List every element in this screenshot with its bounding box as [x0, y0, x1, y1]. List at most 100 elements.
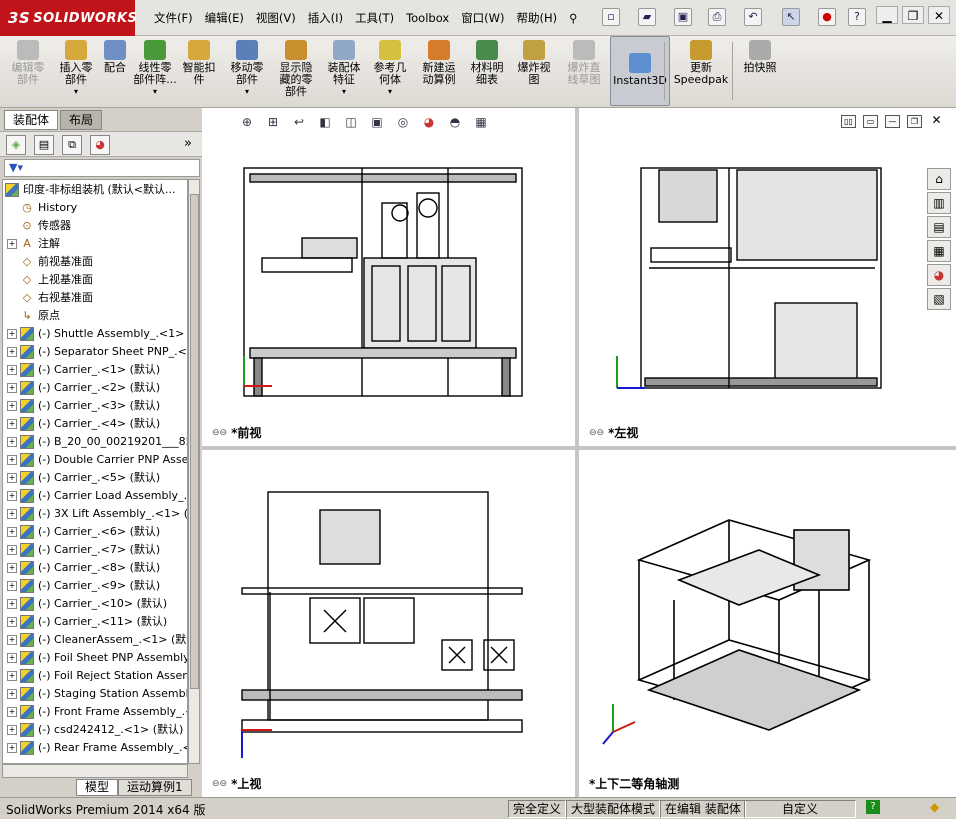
expand-icon[interactable]: +	[7, 599, 17, 609]
pin-icon[interactable]: ⚲	[563, 11, 583, 25]
expand-icon[interactable]: +	[7, 365, 17, 375]
tree-item[interactable]: + (-) Carrier_.<1> (默认)	[7, 361, 160, 379]
menu-file[interactable]: 文件(F)	[148, 10, 199, 26]
tree-item[interactable]: + (-) Double Carrier PNP Assemb	[7, 451, 187, 469]
tree-root[interactable]: 印度-非标组装机 (默认<默认...	[5, 181, 175, 199]
tree-item[interactable]: + (-) Shuttle Assembly_.<1> (默	[7, 325, 187, 343]
tree-item[interactable]: + (-) Carrier_.<8> (默认)	[7, 559, 160, 577]
tree-item[interactable]: + (-) csd242412_.<1> (默认)	[7, 721, 183, 739]
expand-icon[interactable]: +	[7, 635, 17, 645]
tree-item[interactable]: ◇ 右视基准面	[7, 289, 93, 307]
ribbon-button-12[interactable]: 爆炸直 线草图	[560, 40, 608, 104]
expand-icon[interactable]: +	[7, 491, 17, 501]
menu-view[interactable]: 视图(V)	[250, 10, 302, 26]
help-icon[interactable]: ?	[848, 8, 866, 26]
tree-filter[interactable]: ▼▾	[4, 159, 200, 177]
tree-item[interactable]: + (-) Separator Sheet PNP_.<1>	[7, 343, 187, 361]
expand-panel-icon[interactable]: »	[178, 135, 198, 155]
expand-icon[interactable]: +	[7, 707, 17, 717]
expand-icon[interactable]: +	[7, 437, 17, 447]
ribbon-button-6[interactable]: 显示隐 藏的零 部件	[272, 40, 320, 104]
status-units[interactable]: 自定义	[744, 800, 856, 818]
feature-manager-icon[interactable]: ◈	[6, 135, 26, 155]
expand-icon[interactable]: +	[7, 329, 17, 339]
appearances-icon[interactable]: ◕	[927, 264, 951, 286]
menu-toolbox[interactable]: Toolbox	[400, 11, 455, 25]
viewport-front[interactable]: ⊕ ⊞ ↩ ◧ ◫ ▣ ◎ ◕ ◓ ▦ ⊖⊖ *前视	[202, 108, 575, 446]
dropdown-arrow-icon[interactable]: ▾	[132, 86, 178, 98]
dropdown-arrow-icon[interactable]: ▾	[224, 86, 270, 98]
print-icon[interactable]: ⎙	[708, 8, 726, 26]
menu-help[interactable]: 帮助(H)	[511, 10, 564, 26]
close-icon[interactable]: ✕	[928, 6, 950, 24]
rebuild-icon[interactable]: ●	[818, 8, 836, 26]
tree-horizontal-scrollbar[interactable]	[2, 764, 188, 778]
minimize-icon[interactable]: ▁	[876, 6, 898, 24]
config-manager-icon[interactable]: ⧉	[62, 135, 82, 155]
ribbon-button-14[interactable]: 更新 Speedpak	[672, 40, 730, 104]
tree-item[interactable]: ◇ 上视基准面	[7, 271, 93, 289]
ribbon-button-11[interactable]: 爆炸视 图	[512, 40, 556, 104]
ribbon-button-13[interactable]: Instant3D	[610, 36, 670, 106]
scroll-thumb[interactable]	[190, 194, 199, 689]
home-icon[interactable]: ⌂	[927, 168, 951, 190]
undo-icon[interactable]: ↶	[744, 8, 762, 26]
tree-item[interactable]: ↳ 原点	[7, 307, 60, 325]
expand-icon[interactable]: +	[7, 545, 17, 555]
property-manager-icon[interactable]: ▤	[34, 135, 54, 155]
tree-item[interactable]: + (-) Carrier_.<2> (默认)	[7, 379, 160, 397]
tree-item[interactable]: + (-) Carrier_.<6> (默认)	[7, 523, 160, 541]
expand-icon[interactable]: +	[7, 347, 17, 357]
tree-item[interactable]: + (-) Foil Reject Station Assemb	[7, 667, 187, 685]
dropdown-arrow-icon[interactable]: ▾	[322, 86, 366, 98]
help-question-icon[interactable]: ?	[866, 800, 880, 814]
expand-icon[interactable]: +	[7, 581, 17, 591]
menu-insert[interactable]: 插入(I)	[302, 10, 349, 26]
expand-icon[interactable]: +	[7, 689, 17, 699]
ribbon-button-5[interactable]: 移动零 部件 ▾	[224, 40, 270, 104]
ribbon-button-9[interactable]: 新建运 动算例	[414, 40, 464, 104]
design-library-icon[interactable]: ▥	[927, 192, 951, 214]
new-file-icon[interactable]: ▫	[602, 8, 620, 26]
tree-item[interactable]: + (-) Carrier_.<5> (默认)	[7, 469, 160, 487]
ribbon-button-3[interactable]: 线性零 部件阵... ▾	[132, 40, 178, 104]
ribbon-button-10[interactable]: 材料明 细表	[466, 40, 508, 104]
expand-icon[interactable]: +	[7, 419, 17, 429]
open-file-icon[interactable]: ▰	[638, 8, 656, 26]
tag-icon[interactable]: ◆	[930, 800, 939, 814]
tree-item[interactable]: + (-) Staging Station Assembly_.	[7, 685, 187, 703]
expand-icon[interactable]: +	[7, 653, 17, 663]
save-icon[interactable]: ▣	[674, 8, 692, 26]
file-explorer-icon[interactable]: ▤	[927, 216, 951, 238]
view-palette-icon[interactable]: ▦	[927, 240, 951, 262]
tree-item[interactable]: + (-) Carrier_.<3> (默认)	[7, 397, 160, 415]
restore-icon[interactable]: ❐	[902, 6, 924, 24]
tree-item[interactable]: + (-) Carrier Load Assembly_.<1	[7, 487, 187, 505]
tree-item[interactable]: + (-) Carrier_.<11> (默认)	[7, 613, 167, 631]
expand-icon[interactable]: +	[7, 509, 17, 519]
expand-icon[interactable]: +	[7, 671, 17, 681]
ribbon-button-2[interactable]: 配合	[100, 40, 130, 104]
tree-item[interactable]: + (-) Front Frame Assembly_.<1	[7, 703, 187, 721]
dropdown-arrow-icon[interactable]: ▾	[368, 86, 412, 98]
expand-icon[interactable]: +	[7, 401, 17, 411]
viewport-top[interactable]: ⊖⊖ *上视	[202, 450, 575, 797]
tab-layout[interactable]: 布局	[60, 110, 103, 130]
tab-assembly[interactable]: 装配体	[4, 110, 59, 130]
ribbon-button-4[interactable]: 智能扣 件	[178, 40, 220, 104]
ribbon-button-7[interactable]: 装配体 特征 ▾	[322, 40, 366, 104]
tree-item[interactable]: ◇ 前视基准面	[7, 253, 93, 271]
tree-item[interactable]: + (-) 3X Lift Assembly_.<1> (默	[7, 505, 187, 523]
tree-item[interactable]: ⊙ 传感器	[7, 217, 71, 235]
select-cursor-icon[interactable]: ↖	[782, 8, 800, 26]
tree-item[interactable]: + (-) Carrier_.<10> (默认)	[7, 595, 167, 613]
expand-icon[interactable]: +	[7, 473, 17, 483]
ribbon-button-8[interactable]: 参考几 何体 ▾	[368, 40, 412, 104]
ribbon-button-15[interactable]: 拍快照	[738, 40, 782, 104]
tree-item[interactable]: ◷ History	[7, 199, 77, 217]
tree-item[interactable]: + (-) B_20_00_00219201___856	[7, 433, 187, 451]
expand-icon[interactable]: +	[7, 563, 17, 573]
dropdown-arrow-icon[interactable]: ▾	[54, 86, 98, 98]
tree-item[interactable]: + (-) Carrier_.<7> (默认)	[7, 541, 160, 559]
tree-item[interactable]: + A 注解	[7, 235, 60, 253]
